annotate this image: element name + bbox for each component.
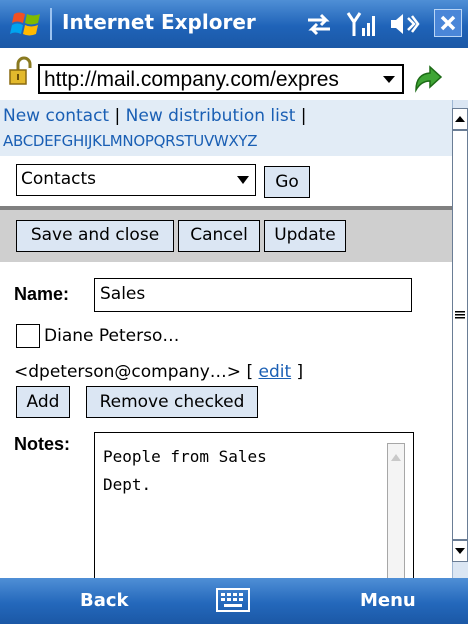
lock-icon	[9, 56, 32, 85]
scroll-down-arrow-icon	[455, 548, 465, 554]
volume-icon[interactable]	[388, 10, 420, 38]
go-button[interactable]: Go	[264, 166, 310, 198]
scroll-up-arrow-icon	[455, 116, 465, 122]
go-arrow-icon[interactable]	[410, 62, 444, 96]
edit-bracket-open: [	[246, 362, 254, 382]
alphabet-index-links[interactable]: ABCDEFGHIJKLMNOPQRSTUVWXYZ	[3, 132, 258, 150]
notes-text: People from Sales Dept.	[103, 447, 267, 494]
windows-logo-icon[interactable]	[10, 8, 44, 40]
keyboard-icon[interactable]	[216, 588, 250, 612]
sync-arrows-icon[interactable]	[304, 10, 334, 38]
member-name: Diane Peterso…	[44, 326, 180, 346]
notes-label: Notes:	[14, 434, 71, 454]
close-icon	[440, 15, 456, 31]
window-title: Internet Explorer	[62, 10, 256, 34]
scroll-down-button[interactable]	[452, 540, 468, 562]
cancel-button[interactable]: Cancel	[178, 220, 260, 252]
member-checkbox[interactable]	[16, 324, 40, 348]
link-row: New contact | New distribution list |	[3, 106, 307, 126]
save-and-close-button[interactable]: Save and close	[16, 220, 174, 252]
page-content: New contact | New distribution list | AB…	[0, 100, 452, 578]
scroll-up-button[interactable]	[452, 108, 468, 130]
scroll-thumb[interactable]	[452, 130, 468, 540]
add-button[interactable]: Add	[16, 386, 70, 418]
chevron-down-icon	[237, 176, 249, 184]
menu-softkey[interactable]: Menu	[360, 590, 416, 611]
chevron-down-icon	[383, 76, 395, 83]
notes-textarea[interactable]: People from Sales Dept.	[94, 432, 414, 578]
new-contact-link[interactable]: New contact	[3, 106, 109, 126]
folder-select-value: Contacts	[21, 169, 96, 189]
folder-select[interactable]: Contacts	[16, 164, 256, 196]
remove-checked-button[interactable]: Remove checked	[86, 386, 258, 418]
member-email-row: <dpeterson@company…> [ edit ]	[14, 362, 303, 382]
grip-icon	[455, 311, 465, 319]
link-separator: |	[300, 106, 307, 126]
title-bar: Internet Explorer	[0, 0, 468, 48]
url-text: http://mail.company.com/expres	[44, 68, 339, 91]
softkey-bar: Back Menu	[0, 578, 468, 624]
edit-link[interactable]: edit	[258, 362, 291, 382]
scroll-up-arrow-icon[interactable]	[391, 454, 401, 461]
edit-bracket-close: ]	[296, 362, 304, 382]
title-separator	[50, 8, 52, 40]
name-input-value: Sales	[100, 284, 146, 304]
links-bar: New contact | New distribution list | AB…	[0, 100, 452, 156]
update-button[interactable]: Update	[264, 220, 346, 252]
signal-icon[interactable]	[346, 10, 378, 38]
new-distribution-list-link[interactable]: New distribution list	[126, 106, 296, 126]
name-input[interactable]: Sales	[94, 278, 412, 312]
member-email: <dpeterson@company…>	[14, 362, 242, 382]
close-button[interactable]	[434, 9, 462, 37]
link-separator: |	[114, 106, 121, 126]
notes-scrollbar[interactable]	[387, 443, 405, 578]
url-input[interactable]: http://mail.company.com/expres	[38, 64, 404, 94]
url-dropdown-button[interactable]	[378, 68, 400, 90]
back-softkey[interactable]: Back	[80, 590, 129, 611]
name-label: Name:	[14, 284, 70, 304]
